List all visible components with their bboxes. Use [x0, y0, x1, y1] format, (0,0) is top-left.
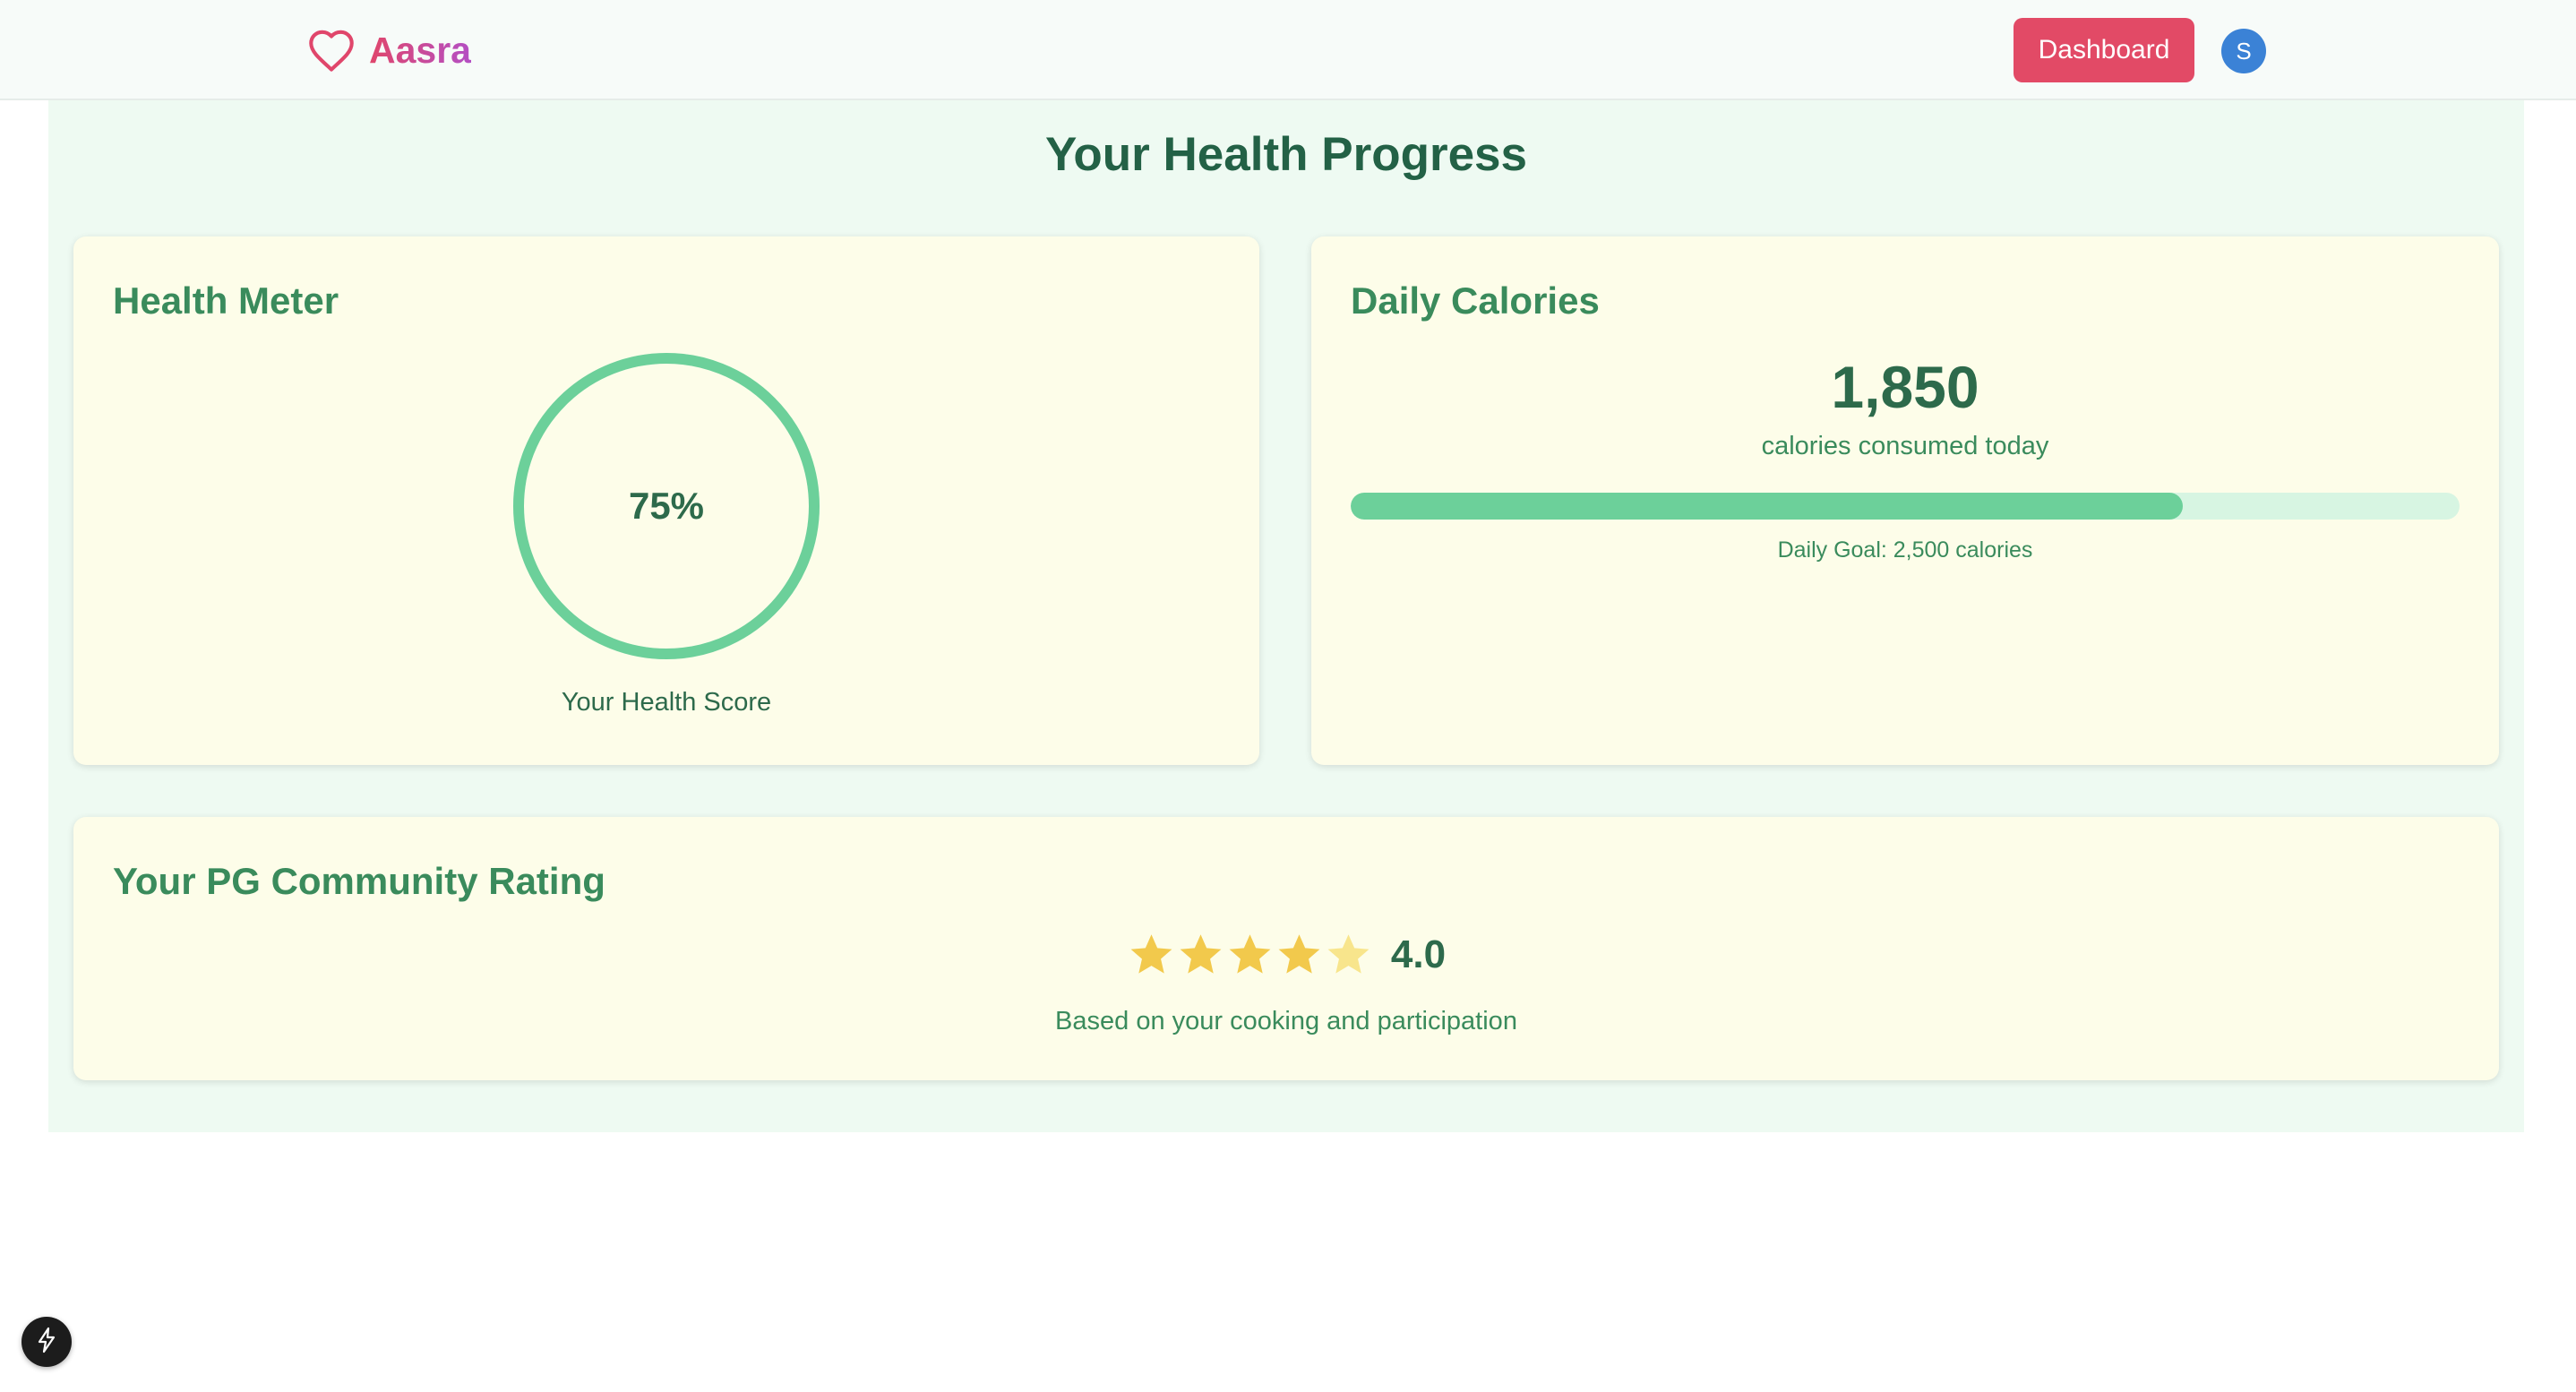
- calories-progress-fill: [1351, 493, 2183, 520]
- rating-note: Based on your cooking and participation: [1055, 1007, 1517, 1035]
- star-empty-icon: [1327, 934, 1370, 974]
- brand-logo[interactable]: Aasra: [306, 27, 471, 73]
- rating-value: 4.0: [1390, 932, 1447, 976]
- main-content: Your Health Progress Health Meter 75% Yo…: [48, 100, 2524, 1132]
- calories-subtitle: calories consumed today: [1761, 432, 2049, 460]
- rating-row: 4.0: [73, 930, 2499, 979]
- page-title: Your Health Progress: [1045, 128, 1527, 181]
- lightning-icon: [35, 1327, 58, 1358]
- brand-name: Aasra: [369, 29, 471, 71]
- star-filled-icon: [1229, 934, 1271, 974]
- star-filled-icon: [1180, 934, 1222, 974]
- community-rating-title: Your PG Community Rating: [113, 860, 605, 902]
- top-navbar: Aasra Dashboard S: [0, 0, 2576, 100]
- dev-indicator-button[interactable]: [21, 1317, 72, 1367]
- calories-progress-bar: [1351, 493, 2460, 520]
- health-score-label: Your Health Score: [561, 688, 772, 717]
- calories-value: 1,850: [1831, 354, 1979, 420]
- star-filled-icon: [1278, 934, 1320, 974]
- health-meter-title: Health Meter: [113, 279, 339, 322]
- health-meter-value: 75%: [628, 485, 705, 527]
- calories-goal: Daily Goal: 2,500 calories: [1777, 537, 2033, 563]
- daily-calories-title: Daily Calories: [1351, 279, 1600, 322]
- heart-icon: [306, 28, 356, 73]
- health-meter-card: Health Meter 75% Your Health Score: [73, 236, 1259, 765]
- star-filled-icon: [1130, 934, 1172, 974]
- dashboard-button[interactable]: Dashboard: [2014, 18, 2194, 82]
- user-avatar[interactable]: S: [2221, 29, 2266, 73]
- rating-stars: [1127, 930, 1373, 979]
- daily-calories-card: Daily Calories 1,850 calories consumed t…: [1311, 236, 2499, 765]
- community-rating-card: Your PG Community Rating 4.0 Based on yo…: [73, 817, 2499, 1080]
